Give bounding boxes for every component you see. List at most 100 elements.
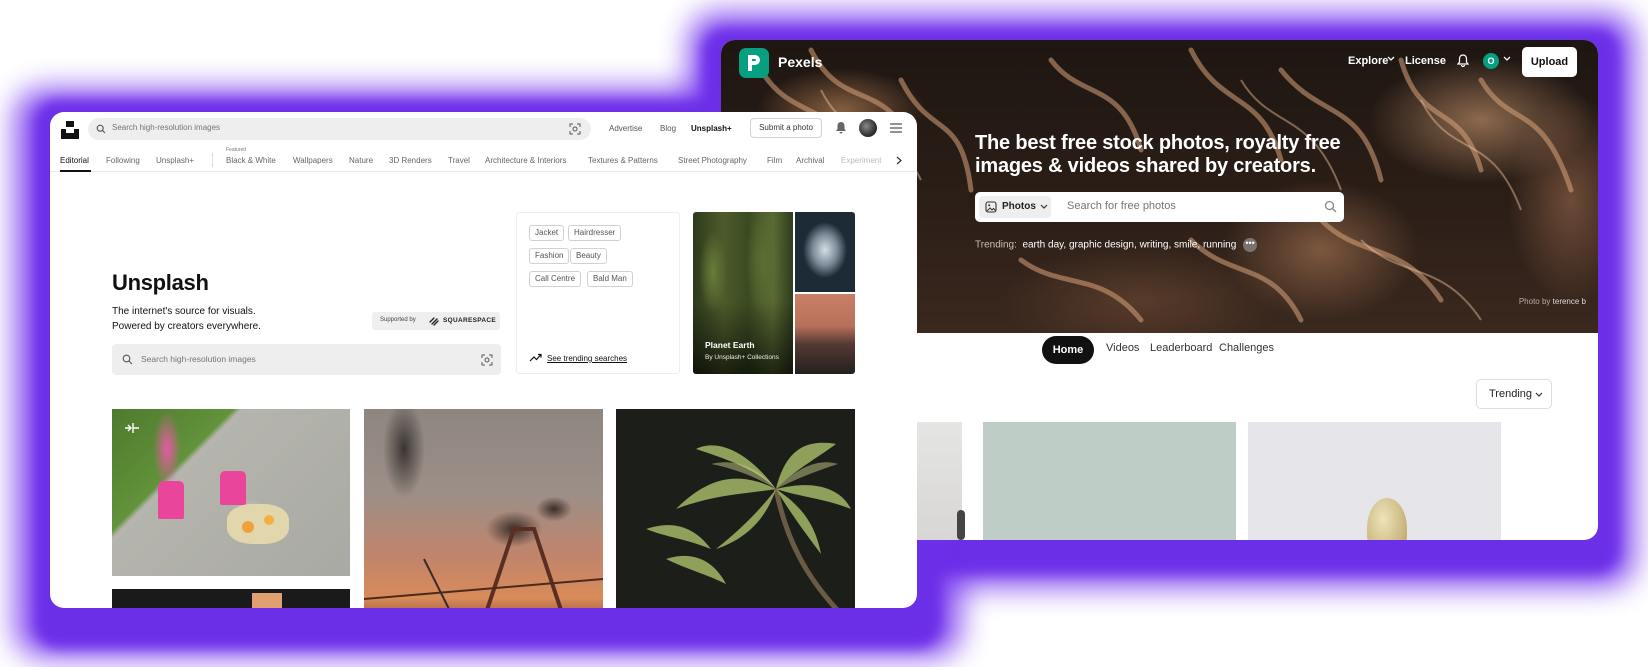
chevron-down-icon <box>1535 392 1543 397</box>
image-icon <box>985 201 997 213</box>
photo-tile[interactable] <box>983 422 1236 540</box>
category-item[interactable]: Travel <box>448 156 470 165</box>
unsplash-search-bar <box>88 118 591 140</box>
photo-detail <box>264 515 274 525</box>
unsplash-window: Advertise Blog Unsplash+ Submit a photo … <box>50 112 917 608</box>
nav-blog[interactable]: Blog <box>660 124 676 133</box>
sort-dropdown[interactable]: Trending <box>1476 379 1552 409</box>
nav-license[interactable]: License <box>1405 55 1446 67</box>
pexels-search-bar: Photos <box>975 192 1344 222</box>
category-item[interactable]: Street Photography <box>678 156 747 165</box>
photo-credit-prefix: Photo by <box>1518 297 1551 306</box>
sponsor-badge[interactable]: Supported by SQUARESPACE <box>372 312 500 330</box>
category-item[interactable]: Nature <box>349 156 373 165</box>
category-item[interactable]: Architecture & Interiors <box>485 156 566 165</box>
photo-detail <box>242 521 254 533</box>
photo-subject <box>1367 498 1407 540</box>
search-input[interactable] <box>1067 200 1307 212</box>
photo-tile[interactable] <box>112 409 350 576</box>
search-icon <box>122 354 133 365</box>
photo-detail <box>158 481 184 519</box>
visual-search-icon[interactable] <box>481 354 493 366</box>
photo-tile[interactable] <box>112 589 350 608</box>
photo-tile[interactable] <box>616 409 855 608</box>
chevron-down-icon[interactable] <box>1503 56 1511 62</box>
sponsor-name: SQUARESPACE <box>443 317 497 324</box>
photo-detail <box>227 504 289 544</box>
hero-headline: The best free stock photos, royalty free… <box>975 132 1341 177</box>
supported-by-label: Supported by <box>380 317 416 323</box>
bell-icon[interactable] <box>835 121 847 134</box>
trending-link[interactable]: graphic design, <box>1069 240 1137 251</box>
collection-image <box>795 212 855 292</box>
unsplash-logo-icon[interactable] <box>61 121 79 139</box>
collection-subtitle: By Unsplash+ Collections <box>705 354 779 361</box>
tab-editorial[interactable]: Editorial <box>60 156 89 165</box>
sort-label: Trending <box>1489 388 1533 400</box>
nav-advertise[interactable]: Advertise <box>609 124 642 133</box>
search-icon[interactable] <box>1324 200 1337 213</box>
nav-explore[interactable]: Explore <box>1348 55 1388 67</box>
category-item[interactable]: Black & White <box>226 156 276 165</box>
search-icon <box>96 124 106 134</box>
see-trending-link[interactable]: See trending searches <box>547 354 627 363</box>
bell-icon[interactable] <box>1457 54 1469 67</box>
pexels-logo[interactable] <box>739 48 769 78</box>
more-trending-button[interactable]: ••• <box>1243 238 1258 252</box>
trending-link[interactable]: running <box>1203 240 1236 251</box>
trending-link[interactable]: earth day, <box>1022 240 1066 251</box>
photo-tile[interactable] <box>1248 422 1501 540</box>
photo-tile[interactable] <box>364 409 603 608</box>
trending-chip[interactable]: Hairdresser <box>568 225 622 241</box>
nav-unsplash-plus[interactable]: Unsplash+ <box>691 124 732 133</box>
photo-credit-author[interactable]: terence b <box>1553 297 1586 306</box>
hero-search-input[interactable] <box>141 354 421 364</box>
media-type-dropdown[interactable]: Photos <box>979 196 1051 218</box>
trending-label: Trending: <box>975 239 1017 251</box>
menu-icon[interactable] <box>890 123 902 133</box>
photo-detail <box>220 471 246 505</box>
tab-leaderboard[interactable]: Leaderboard <box>1150 342 1212 354</box>
hero-search-bar <box>112 344 501 375</box>
category-item[interactable]: Film <box>767 156 782 165</box>
tab-videos[interactable]: Videos <box>1106 342 1139 354</box>
trending-searches: Trending: earth day, graphic design, wri… <box>975 238 1258 252</box>
featured-label: Featured <box>226 147 247 153</box>
search-input[interactable] <box>112 123 412 132</box>
avatar[interactable]: O <box>1483 53 1499 69</box>
collection-card[interactable]: Planet Earth By Unsplash+ Collections <box>693 212 855 374</box>
trending-chip[interactable]: Beauty <box>570 248 607 264</box>
trending-link[interactable]: smile, <box>1174 240 1200 251</box>
trending-link[interactable]: writing, <box>1140 240 1172 251</box>
category-item[interactable]: 3D Renders <box>389 156 432 165</box>
pexels-brand[interactable]: Pexels <box>778 54 822 70</box>
trending-chip[interactable]: Jacket <box>529 225 565 241</box>
category-item[interactable]: Wallpapers <box>293 156 333 165</box>
category-nav: Editorial Following Unsplash+ Featured B… <box>50 144 917 172</box>
tab-challenges[interactable]: Challenges <box>1219 342 1274 354</box>
submit-photo-button[interactable]: Submit a photo <box>750 118 822 138</box>
photo-detail <box>957 510 965 540</box>
avatar[interactable] <box>859 119 877 137</box>
trending-chip[interactable]: Call Centre <box>529 271 582 287</box>
category-item[interactable]: Textures & Patterns <box>588 156 658 165</box>
collection-image <box>795 294 855 374</box>
page-subtitle: The internet's source for visuals. Power… <box>112 304 261 334</box>
tab-unsplash-plus[interactable]: Unsplash+ <box>156 156 194 165</box>
trending-chip[interactable]: Bald Man <box>587 271 633 287</box>
chevron-down-icon <box>1040 204 1048 209</box>
tab-following[interactable]: Following <box>106 156 140 165</box>
trending-chip[interactable]: Fashion <box>529 248 570 264</box>
upload-button[interactable]: Upload <box>1522 47 1577 77</box>
subtitle-line: The internet's source for visuals. <box>112 306 256 317</box>
active-tab-indicator <box>60 170 91 172</box>
category-item[interactable]: Experimental <box>841 156 881 165</box>
photo-detail <box>646 442 851 608</box>
chevron-down-icon <box>1387 56 1395 61</box>
chevron-right-icon[interactable] <box>896 156 902 165</box>
photo-credit: Photo by terence b <box>1519 297 1586 306</box>
category-item[interactable]: Archival <box>796 156 824 165</box>
tab-home[interactable]: Home <box>1042 336 1094 364</box>
visual-search-icon[interactable] <box>569 123 581 135</box>
squarespace-logo-icon <box>429 317 439 326</box>
